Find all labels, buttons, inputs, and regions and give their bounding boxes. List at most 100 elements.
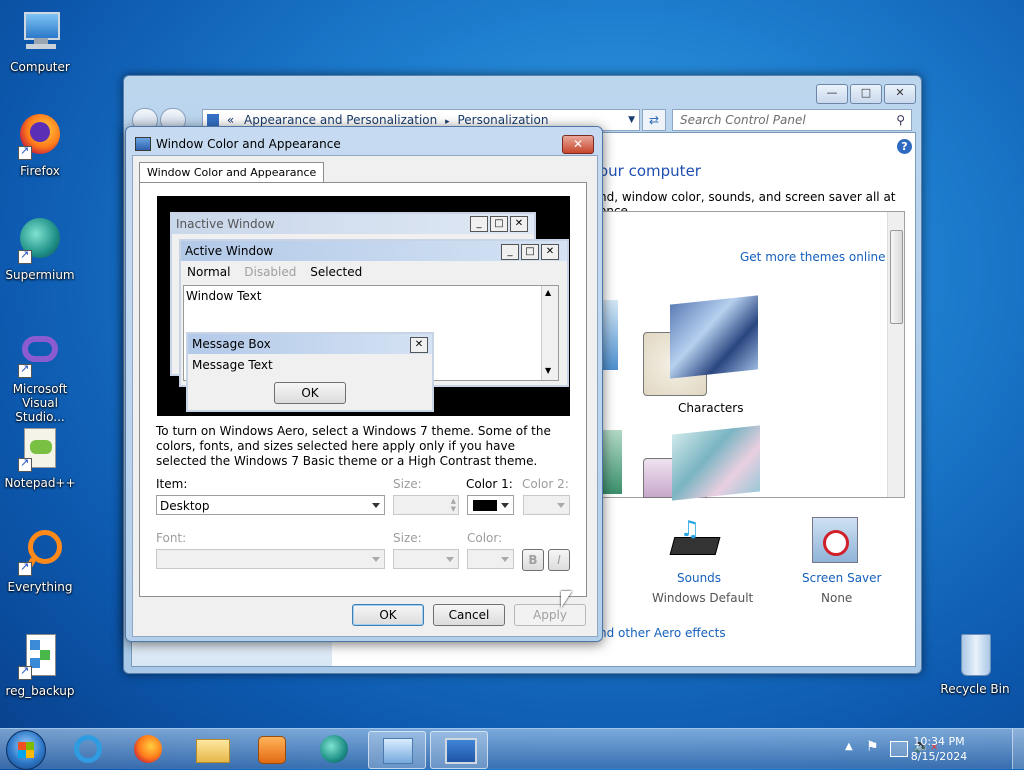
- theme-thumbnail-partial-2[interactable]: [600, 430, 622, 494]
- preview-menu-bar: Normal Disabled Selected: [181, 263, 567, 281]
- italic-button[interactable]: I: [548, 549, 570, 571]
- item-size-label: Size:: [393, 477, 422, 491]
- search-icon[interactable]: ⚲: [896, 110, 905, 130]
- computer-icon: [16, 8, 64, 56]
- theme-characters-stack: [670, 295, 758, 379]
- inactive-close-icon: ✕: [510, 216, 528, 232]
- breadcrumb-personalization[interactable]: Personalization: [457, 113, 548, 127]
- appearance-preview[interactable]: Inactive Window _ □ ✕ Active Window _ □ …: [157, 196, 570, 416]
- preview-scrollbar: ▲ ▼: [541, 286, 558, 380]
- window-color-dialog[interactable]: Window Color and Appearance ✕ Window Col…: [125, 126, 603, 642]
- minimize-button[interactable]: —: [816, 84, 848, 104]
- color2-picker[interactable]: [523, 495, 570, 515]
- screen-saver-icon[interactable]: [812, 517, 858, 563]
- dialog-close-button[interactable]: ✕: [562, 135, 594, 154]
- action-center-flag-icon[interactable]: ⚑: [866, 739, 879, 755]
- color1-picker[interactable]: [467, 495, 514, 515]
- taskbar-internet-explorer[interactable]: [60, 731, 116, 767]
- font-color-picker[interactable]: [467, 549, 514, 569]
- sounds-icon[interactable]: ♫: [669, 517, 721, 563]
- dialog-title: Window Color and Appearance: [156, 137, 341, 151]
- taskbar-firefox[interactable]: [120, 731, 176, 767]
- screen-saver-link[interactable]: Screen Saver: [802, 571, 881, 585]
- chevron-down-icon: [501, 557, 509, 562]
- ok-button[interactable]: OK: [352, 604, 424, 626]
- breadcrumb-overflow[interactable]: «: [227, 113, 234, 127]
- menu-selected: Selected: [310, 265, 363, 279]
- maximize-button[interactable]: □: [850, 84, 882, 104]
- font-size-select[interactable]: [393, 549, 459, 569]
- search-input[interactable]: Search Control Panel ⚲: [672, 109, 912, 131]
- clock-time: 10:34 PM: [913, 735, 965, 748]
- active-window-title: Active Window: [185, 244, 274, 258]
- font-color-label: Color:: [467, 531, 503, 545]
- taskbar-supermium[interactable]: [306, 731, 362, 767]
- aero-effects-link[interactable]: nd other Aero effects: [599, 626, 726, 640]
- firefox-icon: [134, 735, 162, 763]
- theme-characters-label: Characters: [678, 401, 744, 415]
- chevron-down-icon: [372, 557, 380, 562]
- color1-label: Color 1:: [466, 477, 513, 491]
- close-button[interactable]: ✕: [884, 84, 916, 104]
- desktop-icon-supermium[interactable]: Supermium: [0, 216, 80, 282]
- sounds-value: Windows Default: [652, 591, 754, 605]
- start-button[interactable]: [6, 730, 46, 770]
- item-select[interactable]: Desktop: [156, 495, 385, 515]
- control-panel-icon: [207, 114, 219, 126]
- chevron-down-icon: [557, 503, 565, 508]
- desktop-icon-visual-studio[interactable]: Microsoft Visual Studio...: [0, 330, 80, 424]
- supermium-icon: [16, 216, 64, 264]
- desktop-icon-label: Firefox: [20, 164, 60, 178]
- taskbar-control-panel[interactable]: [368, 731, 426, 769]
- desktop-icon-everything[interactable]: Everything: [0, 528, 80, 594]
- bold-button[interactable]: B: [522, 549, 544, 571]
- show-hidden-icons-button[interactable]: ▲: [845, 741, 853, 752]
- recycle-bin-icon: [951, 630, 999, 678]
- apply-button[interactable]: Apply: [514, 604, 586, 626]
- menu-normal: Normal: [187, 265, 231, 279]
- taskbar: ▲ ⚑ 🔈✕ 10:34 PM 8/15/2024: [0, 728, 1024, 770]
- preview-message-box: Message Box ✕ Message Text OK: [186, 332, 434, 412]
- desktop-icon-label: Everything: [7, 580, 73, 594]
- address-dropdown-icon[interactable]: ▼: [628, 110, 635, 130]
- desktop-icon-reg-backup[interactable]: reg_backup: [0, 632, 80, 698]
- taskbar-window-color[interactable]: [430, 731, 488, 769]
- show-desktop-button[interactable]: [1012, 729, 1024, 769]
- cancel-button[interactable]: Cancel: [433, 604, 505, 626]
- breadcrumb-appearance[interactable]: Appearance and Personalization: [244, 113, 437, 127]
- windows-logo-icon: [18, 742, 34, 758]
- font-select[interactable]: [156, 549, 385, 569]
- display-settings-icon: [445, 738, 477, 764]
- desktop-icon-label: Recycle Bin: [940, 682, 1010, 696]
- tab-window-color-appearance[interactable]: Window Color and Appearance: [139, 162, 325, 183]
- desktop-icon-label: Notepad++: [4, 476, 76, 490]
- color1-swatch: [473, 500, 497, 511]
- themes-scrollbar[interactable]: [887, 212, 904, 497]
- spinner-arrows-icon: ▲ ▼: [450, 497, 456, 513]
- page-heading: our computer: [599, 162, 701, 180]
- desktop-icon-label: Computer: [10, 60, 70, 74]
- desktop-icon-notepadpp[interactable]: Notepad++: [0, 424, 80, 490]
- system-clock[interactable]: 10:34 PM 8/15/2024: [904, 734, 974, 764]
- dialog-app-icon: [135, 137, 151, 151]
- get-more-themes-link[interactable]: Get more themes online: [740, 250, 886, 264]
- desktop-icon-recycle-bin[interactable]: Recycle Bin: [935, 630, 1015, 696]
- control-panel-icon: [383, 738, 413, 764]
- themes-list[interactable]: Get more themes online Characters: [599, 211, 905, 501]
- media-player-icon: [258, 736, 286, 764]
- menu-disabled: Disabled: [244, 265, 297, 279]
- item-size-spinner[interactable]: ▲ ▼: [393, 495, 459, 515]
- desktop-icon-label: reg_backup: [5, 684, 75, 698]
- message-box-close-icon: ✕: [410, 337, 428, 353]
- sounds-link[interactable]: Sounds: [677, 571, 721, 585]
- everything-icon: [16, 528, 64, 576]
- desktop-icon-computer[interactable]: Computer: [0, 8, 80, 74]
- registry-file-icon: [16, 632, 64, 680]
- desktop-icon-firefox[interactable]: Firefox: [0, 112, 80, 178]
- taskbar-media-player[interactable]: [244, 731, 300, 767]
- help-icon[interactable]: ?: [897, 139, 912, 154]
- refresh-button[interactable]: ⇄: [642, 109, 666, 131]
- font-size-label: Size:: [393, 531, 422, 545]
- inactive-window-title: Inactive Window: [176, 217, 275, 231]
- taskbar-explorer[interactable]: [184, 731, 240, 767]
